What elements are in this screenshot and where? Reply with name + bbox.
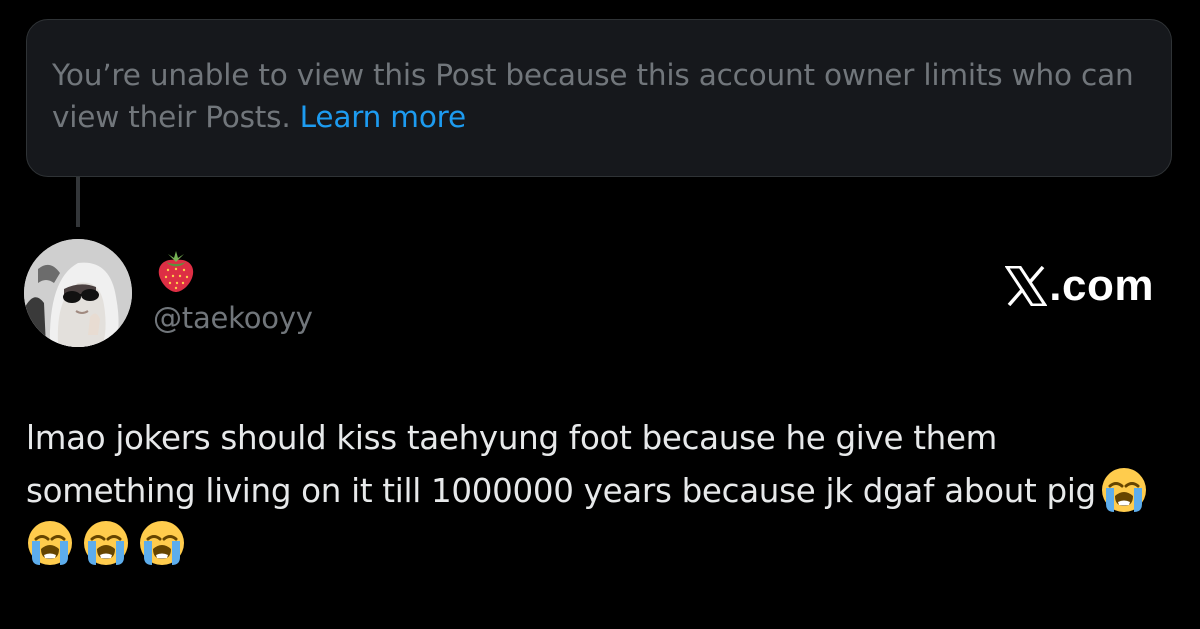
avatar[interactable] [24, 239, 132, 347]
loudly-crying-face-icon [138, 519, 186, 567]
x-logo-icon [1005, 266, 1048, 306]
post-text: lmao jokers should kiss taehyung foot be… [26, 412, 1166, 571]
learn-more-link[interactable]: Learn more [300, 100, 466, 134]
loudly-crying-face-icon [82, 519, 130, 567]
loudly-crying-face-icon [1100, 466, 1148, 514]
x-com-watermark: .com [1005, 258, 1154, 314]
x-com-label: .com [1049, 261, 1154, 310]
restricted-post-text: You’re unable to view this Post because … [52, 58, 1134, 134]
author-handle[interactable]: @taekooyy [153, 296, 313, 340]
post-body-text: lmao jokers should kiss taehyung foot be… [26, 419, 1096, 510]
display-name-strawberry-icon[interactable] [156, 250, 196, 294]
loudly-crying-face-icon [26, 519, 74, 567]
restricted-post-message: You’re unable to view this Post because … [52, 54, 1147, 138]
restricted-post-notice: You’re unable to view this Post because … [26, 19, 1172, 177]
thread-connector-line [76, 177, 80, 227]
